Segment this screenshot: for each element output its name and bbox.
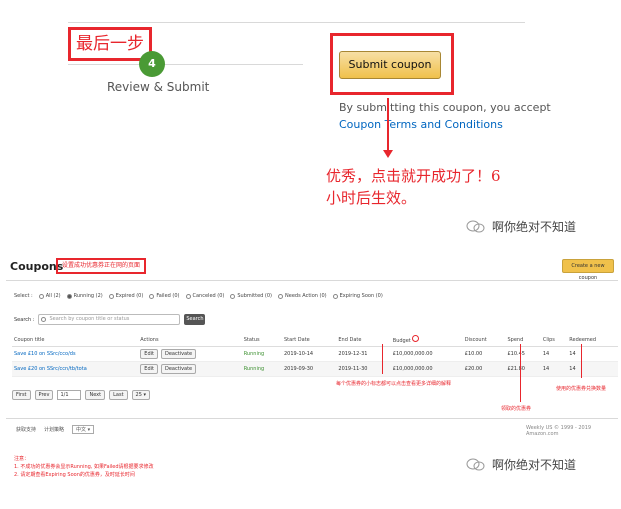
redeemed-arrow xyxy=(581,344,582,378)
footer-copyright: Weekly US © 1999 - 2019 Amazon.com xyxy=(526,425,592,437)
step-divider xyxy=(68,64,303,65)
footer-divider xyxy=(6,418,618,419)
first-page-button[interactable]: First xyxy=(12,390,31,400)
discount-cell: £10.00 xyxy=(462,346,506,362)
success-note-line2: 小时后生效。 xyxy=(326,189,417,207)
last-page-button[interactable]: Last xyxy=(109,390,128,400)
notes-title: 注意： xyxy=(14,456,30,462)
clips-cell: 14 xyxy=(540,361,568,377)
status-filter: Select : All (2) Running (2) Expired (0)… xyxy=(14,293,383,299)
filter-expired[interactable]: Expired (0) xyxy=(108,293,143,299)
filter-all[interactable]: All (2) xyxy=(38,293,61,299)
table-row: Save £10 on SSrc/cco/ds Edit Deactivate R… xyxy=(12,346,618,362)
title-annotation: 设置成功优惠券正在网的页面 xyxy=(56,258,147,274)
col-spend[interactable]: Spend xyxy=(505,334,541,347)
filter-running[interactable]: Running (2) xyxy=(66,293,103,299)
submit-coupon-button[interactable]: Submit coupon xyxy=(339,51,441,79)
filter-submitted[interactable]: Submitted (0) xyxy=(230,293,272,299)
search-icon xyxy=(41,317,47,322)
col-budget[interactable]: Budget xyxy=(390,334,463,347)
coupon-title-link[interactable]: Save £20 on SSrc/ccn/tb/tota xyxy=(14,366,87,372)
search-bar: Search : Search by coupon title or statu… xyxy=(14,314,206,325)
search-placeholder: Search by coupon title or status xyxy=(49,316,130,322)
edit-button[interactable]: Edit xyxy=(140,363,158,374)
success-note-line1: 优秀，点击就开成功了！6 xyxy=(326,167,501,185)
next-page-button[interactable]: Next xyxy=(85,390,106,400)
redeemed-annotation: 使用的优惠券兑换数量 xyxy=(556,386,607,392)
support-link[interactable]: 获取支持 xyxy=(16,426,36,433)
prev-page-button[interactable]: Prev xyxy=(34,390,54,400)
budget-arrow xyxy=(382,344,383,374)
footer: 获取支持 计划策略 中文 ▾ xyxy=(16,425,95,434)
coupons-table: Coupon title Actions Status Start Date E… xyxy=(12,334,618,377)
search-label: Search : xyxy=(14,316,35,323)
arrow-head-icon xyxy=(383,150,393,158)
policy-link[interactable]: 计划策略 xyxy=(44,426,64,433)
watermark-text: 啊你绝对不知道 xyxy=(492,458,577,472)
deactivate-button[interactable]: Deactivate xyxy=(160,363,197,374)
filter-expiring-soon[interactable]: Expiring Soon (0) xyxy=(332,293,383,299)
wechat-icon xyxy=(466,220,485,232)
wizard-panel: 最后一步 4 Review & Submit Submit coupon By … xyxy=(0,0,621,250)
pagination: First Prev 1/1 Next Last 25 ▾ xyxy=(12,390,151,400)
step-number-badge: 4 xyxy=(139,51,165,77)
col-discount[interactable]: Discount xyxy=(462,334,506,347)
start-date-cell: 2019-10-14 xyxy=(282,346,337,362)
create-coupon-button[interactable]: Create a new coupon xyxy=(562,259,614,281)
per-page-select[interactable]: 25 ▾ xyxy=(131,390,151,400)
col-coupon-title[interactable]: Coupon title xyxy=(12,334,139,347)
note-1: 1. 不成功的优惠券会显示Running, 如果Failed请根据要求修改 xyxy=(14,464,154,470)
step-annotation: 最后一步 xyxy=(68,27,152,61)
budget-cell: £10,000,000.00 xyxy=(390,346,463,362)
budget-cell: £10,000,000.00 xyxy=(390,361,463,377)
annotation-arrow xyxy=(387,98,389,152)
search-button[interactable]: Search xyxy=(184,314,206,325)
header-divider xyxy=(6,280,618,281)
status-cell: Running xyxy=(241,361,282,377)
filter-canceled[interactable]: Canceled (0) xyxy=(185,293,224,299)
col-start-date[interactable]: Start Date xyxy=(282,334,337,347)
notes-block: 注意： 1. 不成功的优惠券会显示Running, 如果Failed请根据要求修… xyxy=(14,455,154,479)
status-cell: Running xyxy=(241,346,282,362)
col-redeemed[interactable]: Redeemed xyxy=(567,334,618,347)
note-2: 2. 请定期查看Expiring Soon的优惠券，及时延长时间 xyxy=(14,472,135,478)
budget-annotation: 每个优惠券的小标志都可以点击查看更多详细的解释 xyxy=(336,381,452,387)
watermark: 啊你绝对不知道 xyxy=(466,218,576,235)
filter-needs-action[interactable]: Needs Action (0) xyxy=(278,293,327,299)
spend-cell: £10.45 xyxy=(505,346,541,362)
clips-annotation: 领取的优惠券 xyxy=(501,406,532,412)
col-clips[interactable]: Clips xyxy=(540,334,568,347)
deactivate-button[interactable]: Deactivate xyxy=(160,348,197,359)
coupons-panel: Coupons 设置成功优惠券正在网的页面 Create a new coupo… xyxy=(6,250,618,505)
watermark: 啊你绝对不知道 xyxy=(466,456,576,473)
spend-cell: £21.80 xyxy=(505,361,541,377)
search-input[interactable]: Search by coupon title or status xyxy=(38,314,181,325)
discount-cell: £20.00 xyxy=(462,361,506,377)
step-name: Review & Submit xyxy=(107,80,210,94)
col-actions: Actions xyxy=(138,334,242,347)
success-note: 优秀，点击就开成功了！6 小时后生效。 xyxy=(326,165,556,209)
wechat-icon xyxy=(466,458,485,470)
clips-cell: 14 xyxy=(540,346,568,362)
coupon-terms-link[interactable]: Coupon Terms and Conditions xyxy=(339,118,503,131)
info-icon[interactable] xyxy=(412,335,420,343)
filter-label: Select : xyxy=(14,293,33,299)
clips-arrow xyxy=(520,344,521,402)
top-divider xyxy=(68,22,525,23)
start-date-cell: 2019-09-30 xyxy=(282,361,337,377)
coupon-title-link[interactable]: Save £10 on SSrc/cco/ds xyxy=(14,351,76,357)
page-input[interactable]: 1/1 xyxy=(57,390,82,400)
edit-button[interactable]: Edit xyxy=(140,348,158,359)
table-row: Save £20 on SSrc/ccn/tb/tota Edit Deactiv… xyxy=(12,361,618,377)
watermark-text: 啊你绝对不知道 xyxy=(492,220,577,234)
redeemed-cell: 14 xyxy=(567,361,618,377)
consent-text: By submitting this coupon, you accept xyxy=(339,101,551,114)
filter-failed[interactable]: Failed (0) xyxy=(149,293,180,299)
redeemed-cell: 14 xyxy=(567,346,618,362)
col-status[interactable]: Status xyxy=(241,334,282,347)
language-select[interactable]: 中文 ▾ xyxy=(72,425,95,434)
